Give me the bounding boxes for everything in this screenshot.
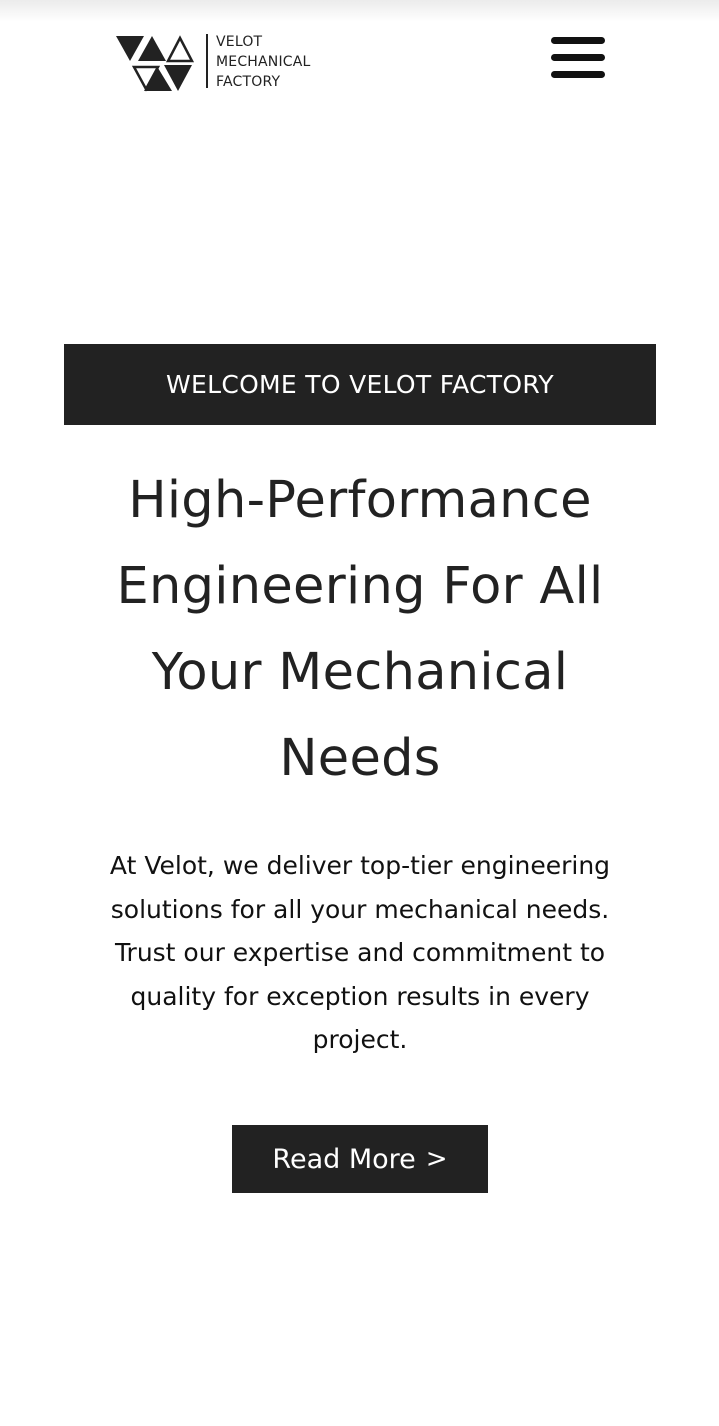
logo-divider <box>206 34 208 88</box>
hero-title-line: Your Mechanical <box>151 643 569 702</box>
read-more-button[interactable]: Read More > <box>232 1125 488 1193</box>
hero-description-line: solutions for all your mechanical needs. <box>110 894 610 924</box>
hero-title-line: High-Performance <box>128 471 592 530</box>
brand-logo[interactable]: VELOT MECHANICAL FACTORY <box>114 32 334 92</box>
hero-description-line: project. <box>312 1025 408 1054</box>
welcome-banner: WELCOME TO VELOT FACTORY <box>64 344 656 425</box>
hero-title: High-Performance Engineering For All You… <box>40 458 680 802</box>
logo-line-factory: FACTORY <box>216 74 281 90</box>
menu-button[interactable] <box>548 34 608 82</box>
logo-line-velot: VELOT <box>216 34 263 50</box>
hamburger-menu-icon <box>551 37 605 79</box>
hero-title-line: Engineering For All <box>116 557 604 616</box>
hero-description-line: At Velot, we deliver top-tier engineerin… <box>109 851 611 880</box>
logo-line-mechanical: MECHANICAL <box>216 54 311 70</box>
logo-wordmark: VELOT MECHANICAL FACTORY <box>216 32 311 92</box>
welcome-banner-text: WELCOME TO VELOT FACTORY <box>165 370 554 399</box>
chevron-right-icon: > <box>425 1144 448 1174</box>
site-header: VELOT MECHANICAL FACTORY <box>0 0 719 120</box>
hero-title-line: Needs <box>279 729 441 788</box>
hero-description-line: quality for exception results in every <box>130 981 590 1011</box>
triangles-logo-icon <box>114 34 196 96</box>
read-more-label: Read More <box>272 1143 416 1175</box>
hero-description-line: Trust our expertise and commitment to <box>114 938 606 967</box>
hero-description: At Velot, we deliver top-tier engineerin… <box>40 844 680 1062</box>
